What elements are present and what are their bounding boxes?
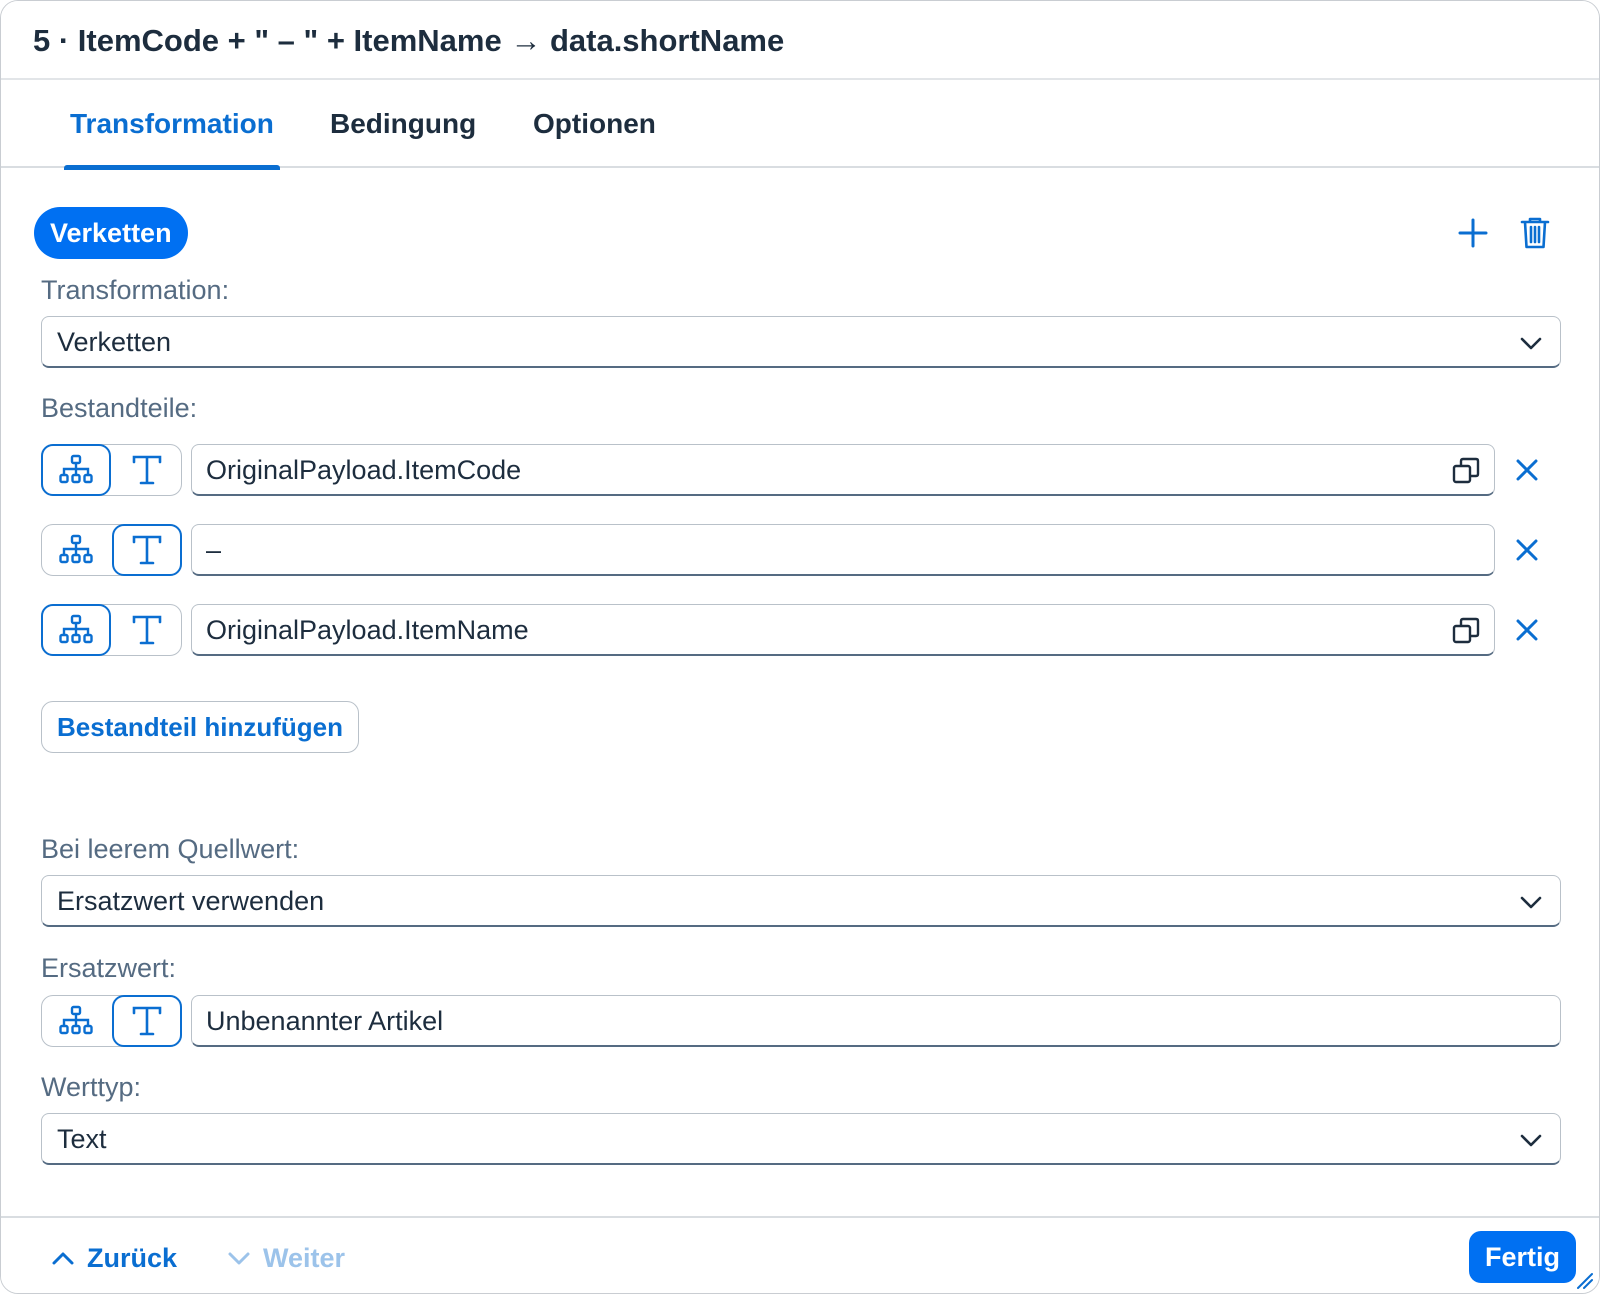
component-1-field [191,444,1495,496]
remove-component-2-button[interactable] [1505,528,1549,572]
text-icon [132,535,162,565]
tab-transformation[interactable]: Transformation [64,80,280,170]
remove-component-1-button[interactable] [1505,448,1549,492]
fallback-input[interactable] [206,996,1504,1046]
fallback-path-mode-button[interactable] [41,995,111,1047]
close-icon [1516,619,1538,641]
chevron-down-icon [1520,896,1542,909]
back-button-label: Zurück [87,1242,178,1273]
chevron-down-icon [1520,1134,1542,1147]
fallback-mode-toggle [41,995,182,1047]
next-button-label: Weiter [263,1242,346,1273]
transformation-select-value: Verketten [57,327,172,357]
component-3-mode-toggle [41,604,182,656]
delete-step-button[interactable] [1511,209,1559,257]
component-2-path-mode-button[interactable] [41,524,111,576]
close-icon [1516,539,1538,561]
dialog-header: 5 · ItemCode + " – " + ItemName → data.s… [1,1,1599,80]
back-button[interactable]: Zurück [51,1234,177,1282]
empty-source-select[interactable]: Ersatzwert verwenden [41,875,1561,927]
component-3-path-mode-button[interactable] [41,604,111,656]
transformation-label: Transformation: [41,275,230,305]
components-label: Bestandteile: [41,393,198,423]
hierarchy-icon [59,454,93,484]
dialog-footer: Zurück Weiter Fertig [1,1216,1599,1293]
component-2-field [191,524,1495,576]
close-icon [1516,459,1538,481]
empty-source-select-value: Ersatzwert verwenden [57,886,325,916]
next-button[interactable]: Weiter [227,1234,345,1282]
tab-content: Verketten Transformation: Verketten Best… [1,168,1599,1216]
copy-icon[interactable] [1452,457,1480,485]
tab-bar: Transformation Bedingung Optionen [1,80,1599,170]
component-1-input[interactable] [206,445,1438,495]
tab-optionen[interactable]: Optionen [527,80,662,168]
component-2-mode-toggle [41,524,182,576]
dialog-title: 5 · ItemCode + " – " + ItemName → data.s… [33,23,785,58]
value-type-select[interactable]: Text [41,1113,1561,1165]
done-button[interactable]: Fertig [1469,1231,1577,1283]
fallback-text-mode-button[interactable] [112,995,182,1047]
component-2-text-mode-button[interactable] [112,524,182,576]
hierarchy-icon [59,534,93,564]
component-1-text-mode-button[interactable] [112,444,182,496]
empty-source-label: Bei leerem Quellwert: [41,834,300,864]
chevron-down-icon [1520,337,1542,350]
hierarchy-icon [59,614,93,644]
resize-handle-icon[interactable] [1575,1271,1593,1289]
value-type-select-value: Text [57,1124,107,1154]
trash-icon [1520,217,1550,249]
component-1-path-mode-button[interactable] [41,444,111,496]
component-3-input[interactable] [206,605,1438,655]
value-type-label: Werttyp: [41,1072,142,1102]
transformation-step-chip[interactable]: Verketten [34,207,188,259]
chevron-up-icon [52,1252,74,1265]
remove-component-3-button[interactable] [1505,608,1549,652]
copy-icon[interactable] [1452,617,1480,645]
text-icon [132,615,162,645]
plus-icon [1458,218,1488,248]
transformation-select[interactable]: Verketten [41,316,1561,368]
dialog: 5 · ItemCode + " – " + ItemName → data.s… [0,0,1600,1294]
fallback-field [191,995,1561,1047]
component-3-field [191,604,1495,656]
add-component-button[interactable]: Bestandteil hinzufügen [41,701,359,753]
chevron-down-icon [228,1252,250,1265]
component-3-text-mode-button[interactable] [112,604,182,656]
text-icon [132,1006,162,1036]
fallback-label: Ersatzwert: [41,953,177,983]
tab-bedingung[interactable]: Bedingung [324,80,482,168]
text-icon [132,455,162,485]
component-2-input[interactable] [206,525,1438,575]
add-step-button[interactable] [1449,209,1497,257]
component-1-mode-toggle [41,444,182,496]
hierarchy-icon [59,1005,93,1035]
